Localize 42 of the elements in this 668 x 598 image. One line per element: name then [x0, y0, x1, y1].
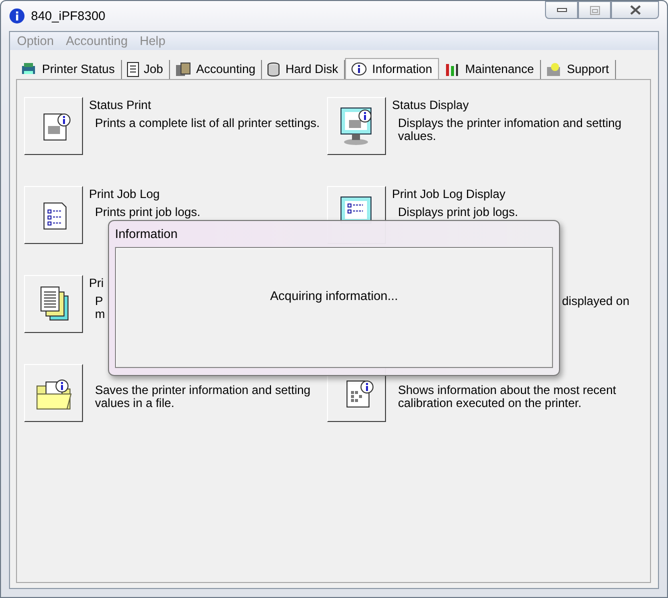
maximize-icon [590, 6, 600, 14]
tab[interactable]: Accounting [170, 60, 262, 79]
item-description: m [95, 308, 105, 321]
cylinder-icon [267, 62, 280, 76]
item-title: Pri [89, 275, 105, 291]
tab[interactable]: Job [122, 60, 170, 79]
item-description: Saves the printer information and setting [95, 384, 310, 397]
item-description: Displays the printer infomation and setting [398, 117, 622, 130]
item-description: calibration executed on the printer. [398, 397, 582, 410]
item-description: Displays print job logs. [398, 206, 518, 219]
dialog-title: Information [115, 226, 179, 243]
minimize-button[interactable] [545, 1, 578, 19]
list-icon [126, 62, 139, 76]
minimize-icon [556, 8, 566, 12]
item-title: Print Job Log [89, 186, 161, 202]
status-message: Acquiring information... [270, 289, 398, 305]
item-description: Prints a complete list of all printer settings. [95, 117, 320, 130]
item-description: values in a file. [95, 397, 174, 410]
item-title: Print Job Log Display [392, 186, 506, 202]
close-icon [630, 5, 640, 15]
tab[interactable]: Maintenance [439, 60, 541, 79]
tab[interactable]: Support [540, 60, 616, 79]
icon-button[interactable] [24, 186, 83, 244]
icon-button[interactable] [24, 97, 83, 155]
tab[interactable]: Information [345, 58, 440, 80]
item-title: Status Display [392, 97, 470, 113]
info-icon [9, 8, 25, 24]
printer-icon [21, 62, 37, 76]
close-button[interactable] [611, 1, 659, 19]
window-title: 840_iPF8300 [31, 9, 106, 23]
item-title: Status Print [89, 97, 152, 113]
item-description: displayed on [562, 295, 630, 308]
icon-button[interactable] [24, 275, 83, 333]
item-description: Shows information about the most recent [398, 384, 616, 397]
icon-button[interactable] [327, 97, 386, 155]
item-description: P [95, 295, 104, 308]
item-description: values. [398, 130, 436, 143]
tab[interactable]: Hard Disk [262, 60, 346, 79]
icon-button[interactable] [24, 364, 83, 422]
info-icon [351, 62, 368, 76]
tab[interactable]: Printer Status [16, 60, 122, 79]
item-description: Prints print job logs. [95, 206, 200, 219]
